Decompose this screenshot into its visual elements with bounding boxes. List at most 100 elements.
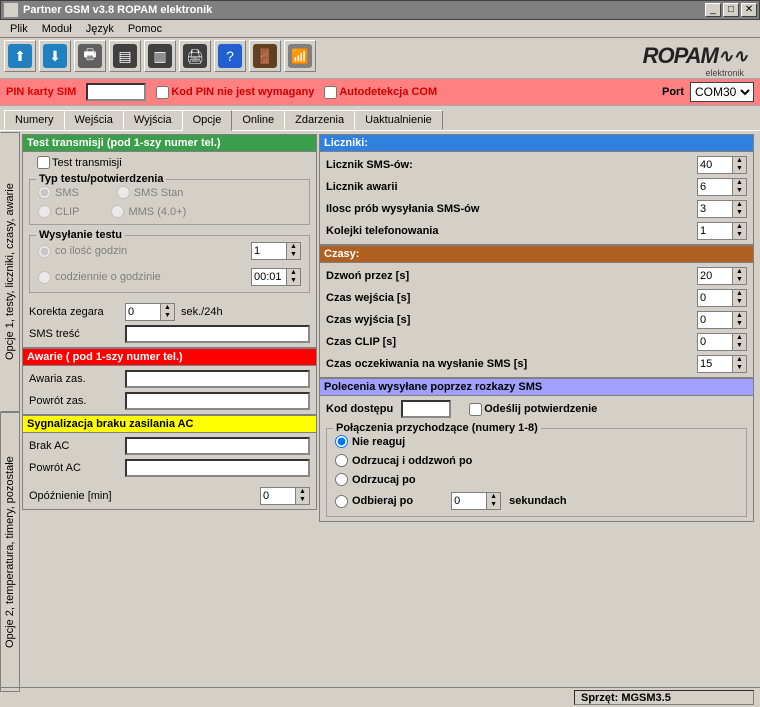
opoznienie-label: Opóźnienie [min] [29,490,139,502]
main-tabs: Numery Wejścia Wyjścia Opcje Online Zdar… [0,106,760,130]
tab-opcje[interactable]: Opcje [182,110,233,131]
toolbar-write[interactable]: ▥ [144,40,176,72]
tab-wyjscia[interactable]: Wyjścia [123,110,183,130]
dzwon-label: Dzwoń przez [s] [326,270,691,282]
menubar: Plik Moduł Język Pomoc [0,20,760,38]
powrot-ac-input[interactable] [125,459,310,477]
ac-header: Sygnalizacja braku zasilania AC [22,415,317,433]
menu-modul[interactable]: Moduł [36,22,78,36]
port-select[interactable]: COM30 [690,82,754,102]
czas-clip-spinner[interactable]: ▲▼ [697,333,747,351]
czas-ocze-spinner[interactable]: ▲▼ [697,355,747,373]
tab-zdarzenia[interactable]: Zdarzenia [284,110,355,130]
hours-spinner[interactable]: ▲▼ [251,242,301,260]
close-button[interactable]: ✕ [741,3,757,17]
window-title: Partner GSM v3.8 ROPAM elektronik [23,4,705,16]
kolejki-label: Kolejki telefonowania [326,225,691,237]
toolbar-exit[interactable]: 🚪 [249,40,281,72]
tab-uaktualnienie[interactable]: Uaktualnienie [354,110,443,130]
czas-ocze-label: Czas oczekiwania na wysłanie SMS [s] [326,358,691,370]
czas-wej-label: Czas wejścia [s] [326,292,691,304]
radio-nie-reaguj[interactable]: Nie reaguj [335,435,405,448]
dzwon-spinner[interactable]: ▲▼ [697,267,747,285]
tab-online[interactable]: Online [231,110,285,130]
czas-wyj-label: Czas wyjścia [s] [326,314,691,326]
korekta-label: Korekta zegara [29,306,119,318]
kolejki-spinner[interactable]: ▲▼ [697,222,747,240]
nopin-checkbox[interactable]: Kod PIN nie jest wymagany [156,86,314,99]
toolbar-upload-rpm[interactable]: ⬆ [4,40,36,72]
ilosc-prob-label: Ilosc prób wysyłania SMS-ów [326,203,691,215]
radio-daily[interactable]: codziennie o godzinie [38,271,161,284]
sms-tresc-label: SMS treść [29,328,119,340]
toolbar-help[interactable]: ? [214,40,246,72]
side-tab-opcje2[interactable]: Opcje 2, temperatura, timery, pozostałe [0,412,20,692]
powrot-zas-input[interactable] [125,392,310,410]
czas-clip-label: Czas CLIP [s] [326,336,691,348]
side-tab-opcje1[interactable]: Opcje 1, testy, liczniki, czasy, awarie [0,132,20,412]
licznik-awarii-label: Licznik awarii [326,181,691,193]
menu-plik[interactable]: Plik [4,22,34,36]
brak-ac-input[interactable] [125,437,310,455]
radio-sms-stan[interactable]: SMS Stan [117,186,184,199]
autodetect-checkbox[interactable]: Autodetekcja COM [324,86,437,99]
time-spinner[interactable]: ▲▼ [251,268,301,286]
czas-wyj-spinner[interactable]: ▲▼ [697,311,747,329]
app-icon [3,2,19,18]
status-hardware: Sprzęt: MGSM3.5 [574,690,754,705]
sekund-spinner[interactable]: ▲▼ [451,492,501,510]
sms-tresc-input[interactable] [125,325,310,343]
kod-label: Kod dostępu [326,403,393,415]
radio-clip[interactable]: CLIP [38,205,79,218]
korekta-unit: sek./24h [181,306,223,318]
czasy-header: Czasy: [319,245,754,263]
licznik-sms-spinner[interactable]: ▲▼ [697,156,747,174]
sekund-unit: sekundach [509,495,566,507]
korekta-spinner[interactable]: ▲▼ [125,303,175,321]
odeslij-checkbox[interactable]: Odeślij potwierdzenie [469,403,597,416]
powrot-zas-label: Powrót zas. [29,395,119,407]
port-selector: Port COM30 [662,82,754,102]
radio-every-hours[interactable]: co ilość godzin [38,245,127,258]
radio-odrzucaj[interactable]: Odrzucaj po [335,473,416,486]
powrot-ac-label: Powrót AC [29,462,119,474]
toolbar-read[interactable]: ▤ [109,40,141,72]
radio-sms[interactable]: SMS [38,186,79,199]
menu-jezyk[interactable]: Język [80,22,120,36]
pin-bar: PIN karty SIM Kod PIN nie jest wymagany … [0,78,760,106]
licznik-sms-label: Licznik SMS-ów: [326,159,691,171]
toolbar-download-rpm[interactable]: ⬇ [39,40,71,72]
tab-wejscia[interactable]: Wejścia [64,110,124,130]
statusbar: Sprzęt: MGSM3.5 [0,687,760,707]
kod-input[interactable] [401,400,451,418]
toolbar-signal[interactable]: 📶 [284,40,316,72]
wysylanie-legend: Wysyłanie testu [36,229,125,241]
polaczenia-legend: Połączenia przychodzące (numery 1-8) [333,422,541,434]
toolbar-print[interactable]: 🖨 [179,40,211,72]
brak-ac-label: Brak AC [29,440,119,452]
side-tabs: Opcje 1, testy, liczniki, czasy, awarie … [0,132,20,692]
polecenia-header: Polecenia wysyłane poprzez rozkazy SMS [319,378,754,396]
pin-input[interactable] [86,83,146,101]
opoznienie-spinner[interactable]: ▲▼ [260,487,310,505]
test-transmisji-checkbox[interactable]: Test transmisji [37,156,310,169]
licznik-awarii-spinner[interactable]: ▲▼ [697,178,747,196]
toolbar-device[interactable]: 🖶 [74,40,106,72]
test-transmisji-header: Test transmisji (pod 1-szy numer tel.) [22,134,317,152]
czas-wej-spinner[interactable]: ▲▼ [697,289,747,307]
content-area: Opcje 1, testy, liczniki, czasy, awarie … [0,132,760,692]
maximize-button[interactable]: □ [723,3,739,17]
awaria-zas-label: Awaria zas. [29,373,119,385]
awaria-zas-input[interactable] [125,370,310,388]
ilosc-prob-spinner[interactable]: ▲▼ [697,200,747,218]
minimize-button[interactable]: _ [705,3,721,17]
app-logo: ROPAM ∿∿ [643,43,756,69]
test-type-legend: Typ testu/potwierdzenia [36,173,166,185]
radio-odrzucaj-oddzwon[interactable]: Odrzucaj i oddzwoń po [335,454,472,467]
radio-odbieraj[interactable]: Odbieraj po [335,495,413,508]
menu-pomoc[interactable]: Pomoc [122,22,168,36]
tab-numery[interactable]: Numery [4,110,65,130]
titlebar: Partner GSM v3.8 ROPAM elektronik _ □ ✕ [0,0,760,20]
awarie-header: Awarie ( pod 1-szy numer tel.) [22,348,317,366]
radio-mms[interactable]: MMS (4.0+) [111,205,186,218]
